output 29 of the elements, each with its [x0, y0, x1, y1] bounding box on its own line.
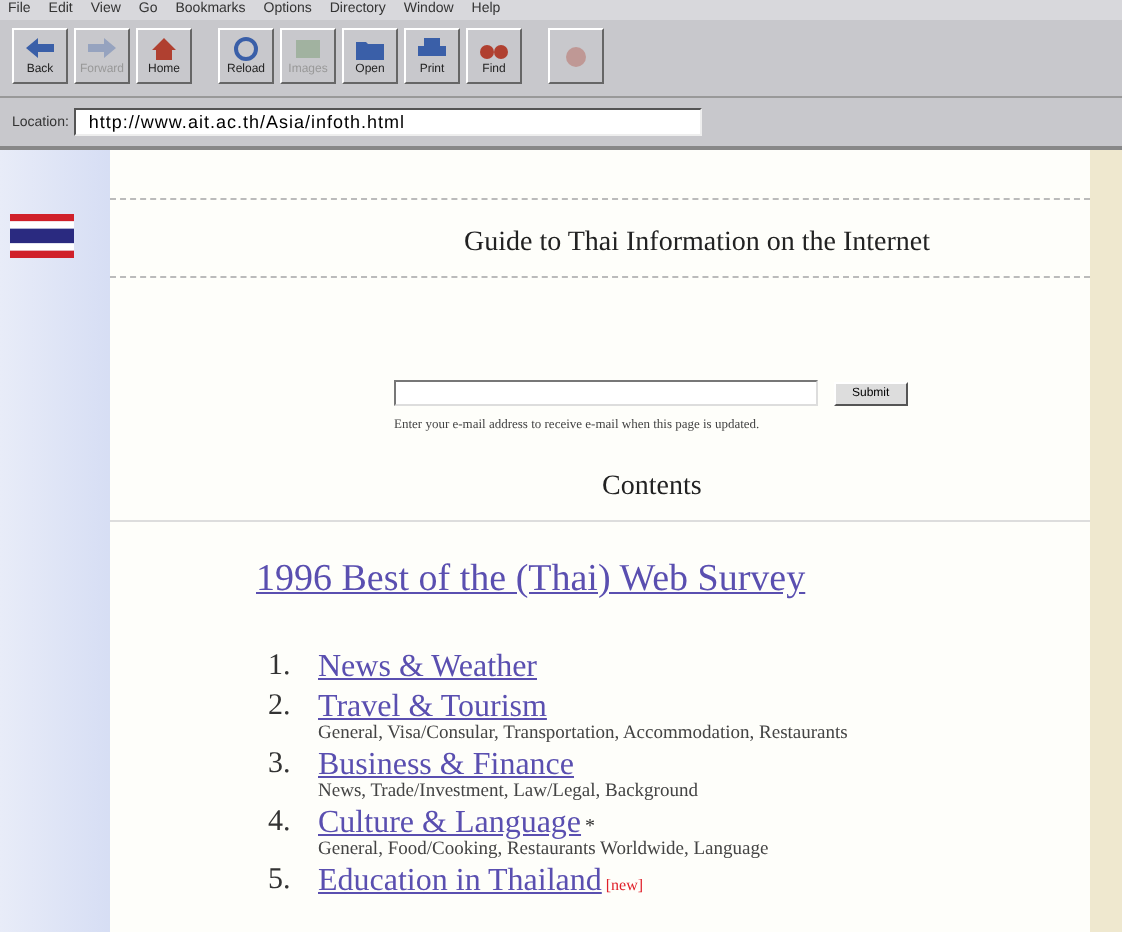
url-field[interactable]: http://www.ait.ac.th/Asia/infoth.html: [74, 108, 703, 136]
new-label: [new]: [605, 876, 644, 894]
image-icon: [292, 36, 324, 62]
contents-heading: Contents: [602, 472, 704, 504]
section-link[interactable]: News & Weather: [318, 650, 537, 686]
list-number: 3.: [268, 748, 293, 784]
email-field[interactable]: [394, 380, 818, 406]
list-number: 4.: [268, 806, 293, 842]
flag-icon: [9, 214, 73, 258]
subtopics-text: News, Trade/Investment, Law/Legal, Background: [318, 782, 698, 802]
subtopics-text: General, Food/Cooking, Restaurants Worldwide, Language: [318, 840, 769, 860]
asterisk-mark: *: [585, 816, 596, 838]
subtopics-text: General, Visa/Consular, Transportation, Accommodation, Restaurants: [318, 724, 848, 744]
list-number: 2.: [268, 690, 293, 726]
section-link[interactable]: Culture & Language: [318, 806, 582, 842]
section-link[interactable]: Travel & Tourism: [318, 690, 547, 726]
list-number: 1.: [268, 650, 293, 686]
printer-icon: [416, 36, 448, 62]
list-number: 5.: [268, 864, 293, 900]
page-title: Guide to Thai Information on the Internet: [464, 228, 933, 260]
house-icon: [148, 36, 180, 62]
reload-icon: [230, 36, 262, 62]
section-link[interactable]: Education in Thailand: [318, 864, 602, 900]
survey-link[interactable]: 1996 Best of the (Thai) Web Survey: [256, 558, 806, 602]
folder-icon: [354, 36, 386, 62]
right-arrow-icon: [86, 36, 118, 62]
stop-icon: [560, 43, 592, 69]
section-link[interactable]: Business & Finance: [318, 748, 574, 784]
left-arrow-icon: [24, 36, 56, 62]
